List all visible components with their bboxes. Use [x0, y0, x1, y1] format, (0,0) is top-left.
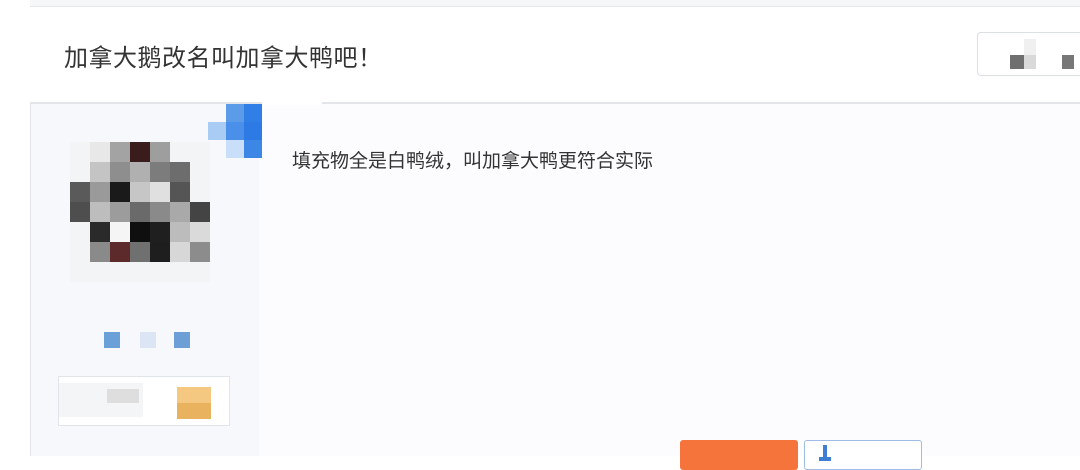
- level-dot: [104, 332, 120, 348]
- pixel-block: [1024, 55, 1036, 69]
- member-level-box: [58, 376, 230, 426]
- pixel-block: [1024, 39, 1036, 55]
- level-dot: [140, 332, 156, 348]
- share-button[interactable]: [804, 440, 922, 470]
- thread-title: 加拿大鹅改名叫加拿大鸭吧！: [64, 44, 383, 72]
- pixel-block: [107, 389, 139, 403]
- author-badge-icon: [208, 104, 262, 158]
- divider: [30, 102, 1080, 104]
- share-icon-base: [819, 457, 831, 461]
- post-content: 填充物全是白鸭绒，叫加拿大鸭更符合实际: [292, 150, 654, 172]
- level-dot: [174, 332, 190, 348]
- level-badge-icon: [177, 403, 211, 419]
- orange-action-button[interactable]: [680, 440, 798, 470]
- avatar[interactable]: [70, 142, 210, 282]
- pixel-block: [1062, 55, 1074, 69]
- top-strip: [30, 0, 1080, 7]
- pixel-block: [1010, 55, 1024, 69]
- level-badge-icon: [177, 387, 211, 403]
- reply-button-pixelated[interactable]: [977, 32, 1080, 76]
- divider-gap: [262, 101, 322, 105]
